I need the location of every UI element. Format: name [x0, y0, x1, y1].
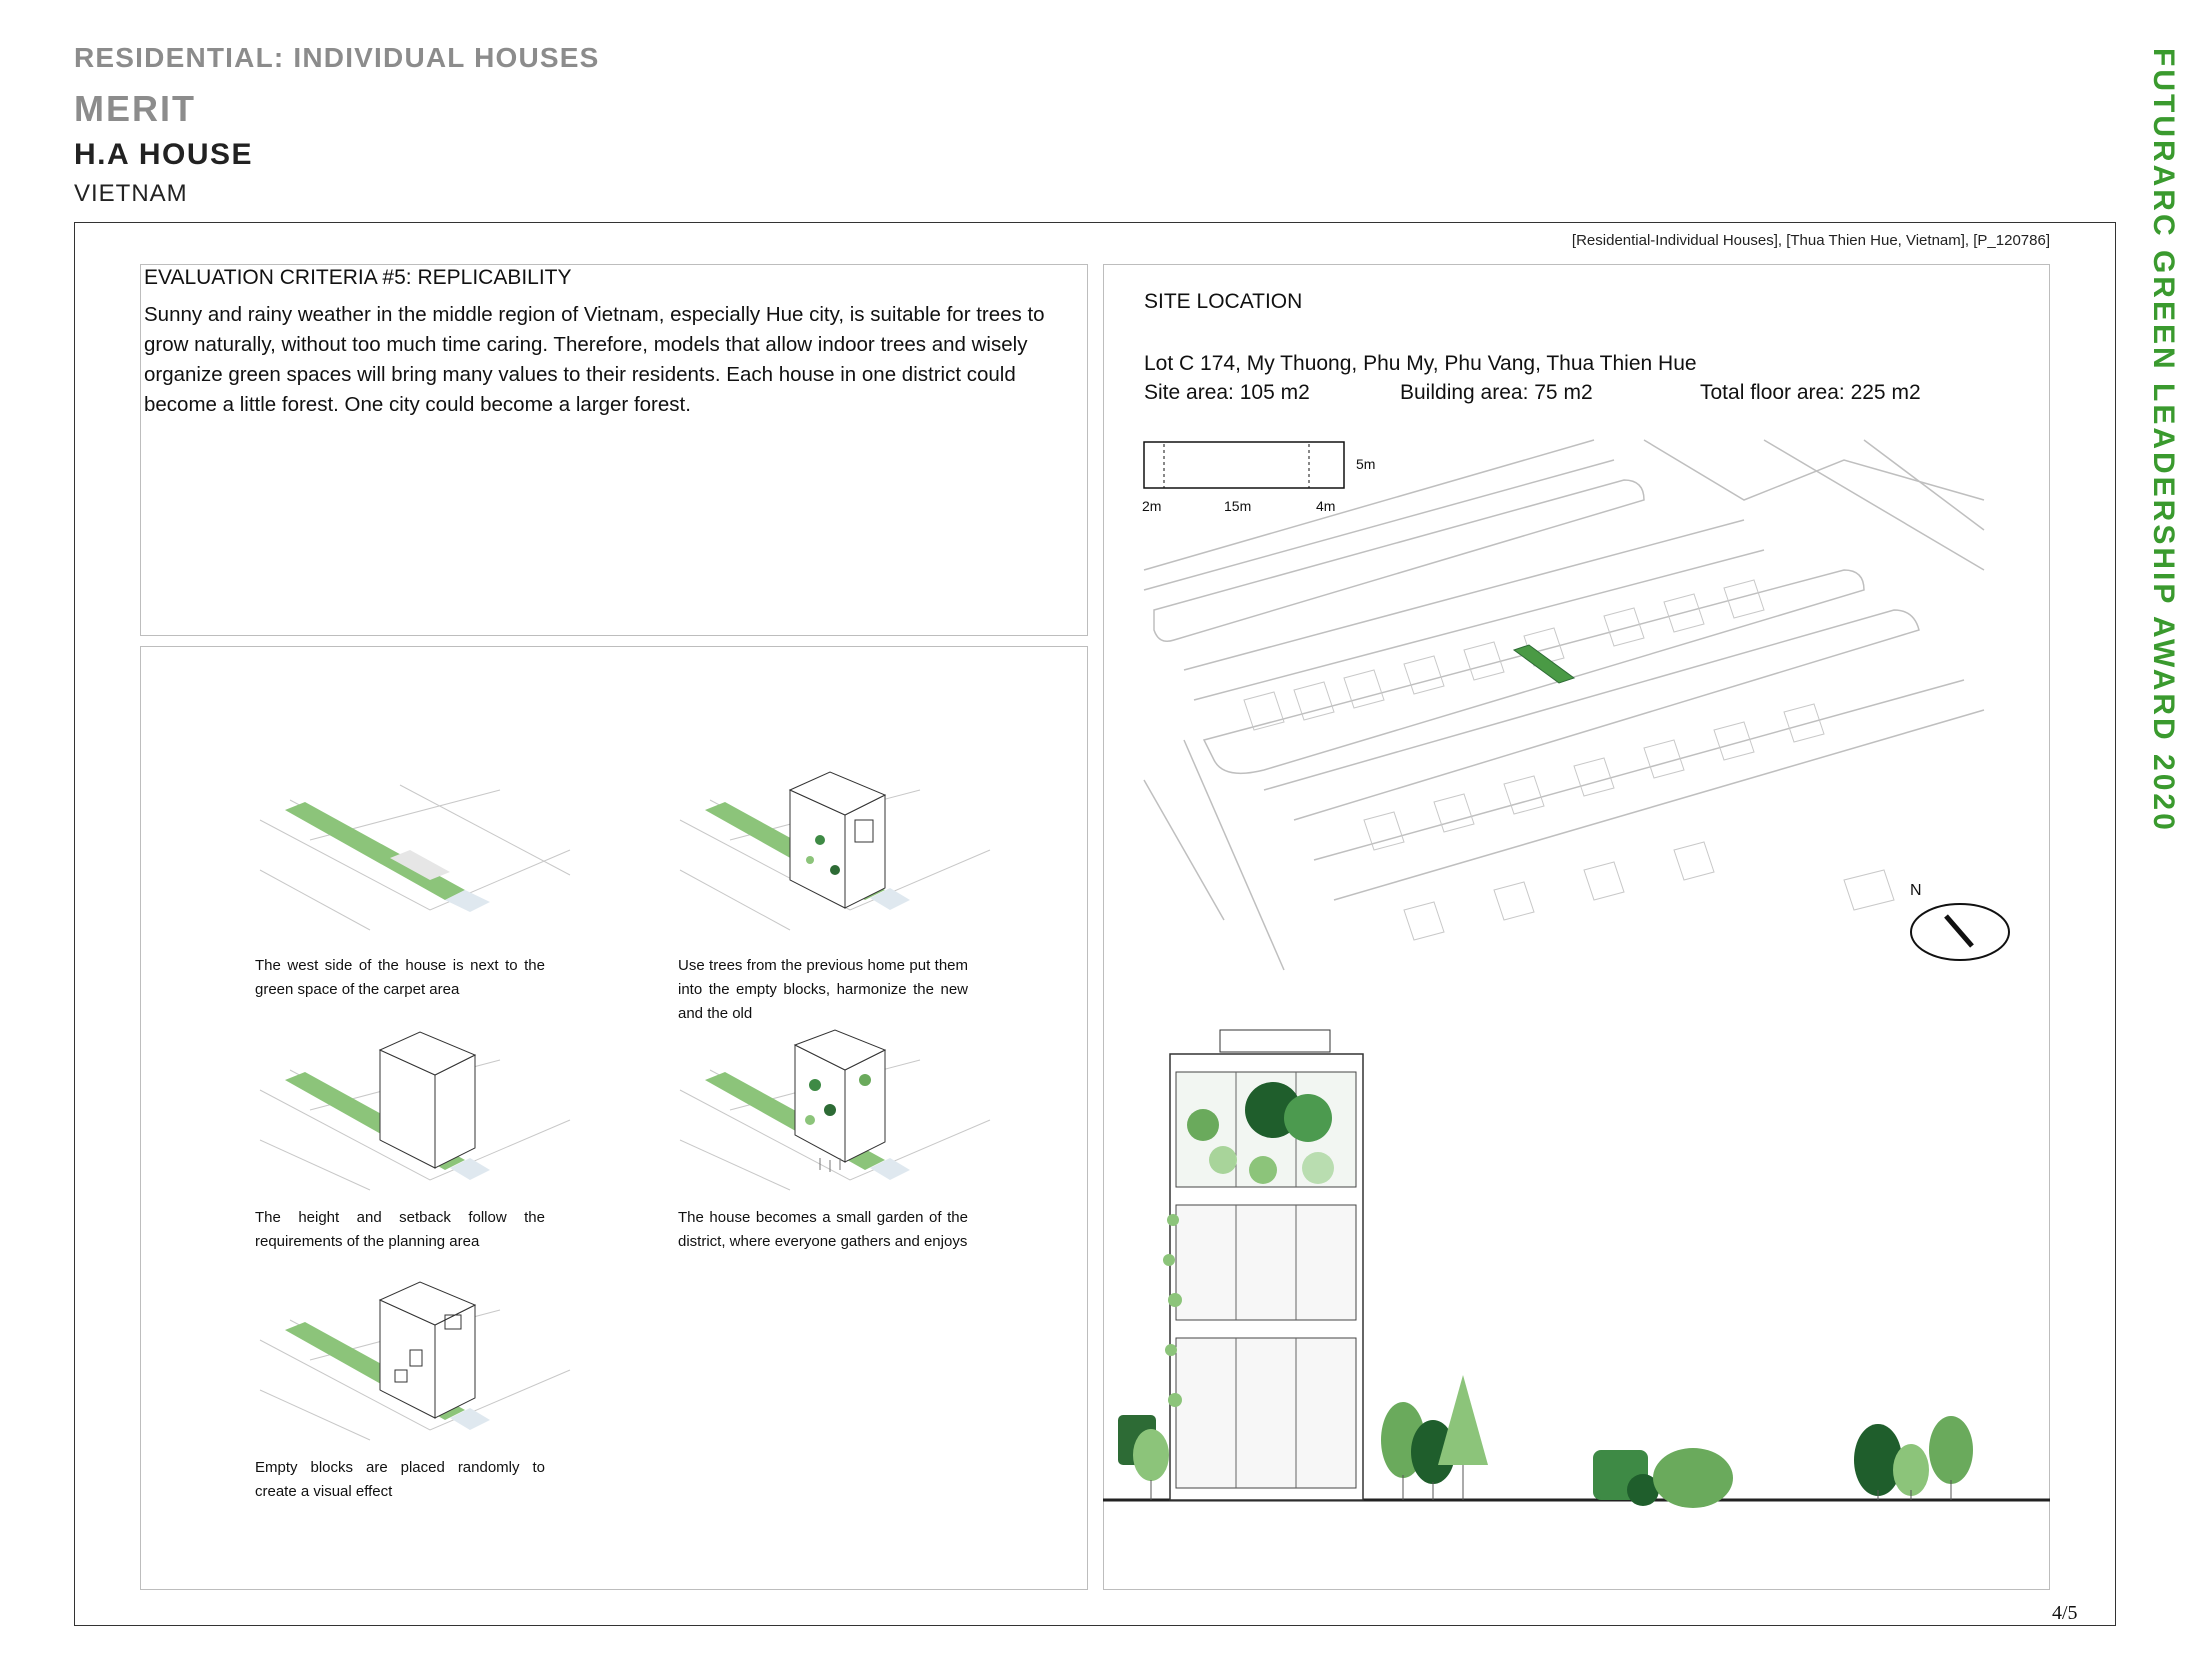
site-title: SITE LOCATION — [1144, 290, 1303, 313]
reference-code: [Residential-Individual Houses], [Thua T… — [1571, 232, 2050, 249]
house-elevation — [1103, 1029, 2050, 1508]
diagram-1-caption: The west side of the house is next to th… — [255, 957, 545, 998]
diagram-2-caption: Use trees from the previous home put the… — [678, 957, 968, 1022]
category-label: RESIDENTIAL: INDIVIDUAL HOUSES — [74, 42, 600, 73]
site-area: Site area: 105 m2 — [1144, 381, 1310, 404]
diagram-3-caption: The height and setback follow the requir… — [255, 1209, 545, 1250]
site-map — [1143, 439, 1985, 971]
award-rank: MERIT — [74, 88, 196, 129]
north-label: N — [1910, 882, 1922, 899]
award-vertical-title: FUTURARC GREEN LEADERSHIP AWARD 2020 — [2147, 48, 2180, 833]
building-area: Building area: 75 m2 — [1400, 381, 1593, 404]
criteria-body: Sunny and rainy weather in the middle re… — [144, 303, 1045, 416]
diagram-3-illustration — [259, 1031, 571, 1191]
diagram-5-caption: Empty blocks are placed randomly to crea… — [255, 1459, 545, 1500]
diagram-4-caption: The house becomes a small garden of the … — [678, 1209, 968, 1250]
north-arrow — [1910, 903, 2010, 961]
page-number: 4/5 — [2052, 1602, 2078, 1624]
site-lot-highlight — [1512, 644, 1576, 684]
project-name: H.A HOUSE — [74, 138, 254, 171]
diagram-4-illustration — [679, 1029, 991, 1191]
project-country: VIETNAM — [74, 180, 188, 207]
diagram-1-illustration — [259, 784, 571, 931]
diagram-2-illustration — [679, 771, 991, 931]
diagram-5-illustration — [259, 1281, 571, 1441]
criteria-title: EVALUATION CRITERIA #5: REPLICABILITY — [144, 266, 572, 289]
total-floor-area: Total floor area: 225 m2 — [1700, 381, 1921, 404]
site-address: Lot C 174, My Thuong, Phu My, Phu Vang, … — [1144, 352, 1697, 375]
